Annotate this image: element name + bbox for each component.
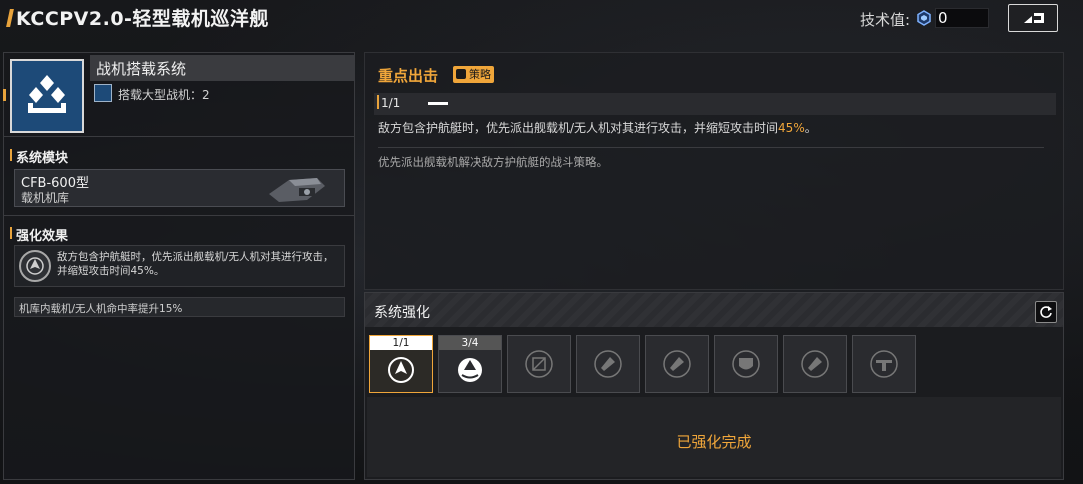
enhance-slot-locked[interactable] [783, 335, 847, 393]
page-title: KCCPV2.0-轻型载机巡洋舰 [16, 8, 269, 30]
level-indicator [428, 102, 448, 105]
enhance-slot[interactable]: 3/4 [438, 335, 502, 393]
focus-sub-description: 优先派出舰载机解决敌方护航艇的战斗策略。 [378, 155, 608, 169]
level-bar [374, 93, 1056, 115]
effects-section-label: 强化效果 [9, 225, 68, 244]
aircraft-target-icon [19, 250, 51, 282]
system-info-panel: 战机搭载系统 搭载大型战机：2 系统模块 CFB-600型 载机机库 强化效果 … [3, 52, 355, 480]
enhance-slot-locked[interactable] [507, 335, 571, 393]
locked-aircraft-icon [801, 350, 829, 378]
refresh-icon [1040, 306, 1052, 318]
focus-desc-suffix: 。 [804, 121, 817, 135]
enhance-title: 系统强化 [374, 305, 430, 321]
system-icon [10, 59, 84, 133]
focus-desc-highlight: 45% [778, 121, 805, 135]
level-accent [377, 95, 379, 109]
enhance-status: 已强化完成 [676, 433, 752, 451]
focus-description: 敌方包含护航艇时，优先派出舰载机/无人机对其进行攻击，并缩短攻击时间45%。 [378, 119, 817, 136]
modules-section-label: 系统模块 [9, 147, 68, 166]
locked-aircraft-icon [594, 350, 622, 378]
locked-drone-icon [870, 350, 898, 378]
focus-desc-prefix: 敌方包含护航艇时，优先派出舰载机/无人机对其进行攻击，并缩短攻击时间 [378, 121, 779, 135]
slot-count: 1/1 [370, 336, 432, 350]
enhance-slot-locked[interactable] [645, 335, 709, 393]
aircraft-target-icon [388, 357, 414, 383]
module-type: 载机机库 [21, 191, 70, 205]
enhance-slot-locked[interactable] [576, 335, 640, 393]
effect-card: 敌方包含护航艇时，优先派出舰载机/无人机对其进行攻击，并缩短攻击时间45%。 [14, 245, 345, 287]
enhance-slot-locked[interactable] [714, 335, 778, 393]
focus-title: 重点出击 [378, 67, 439, 85]
system-name-bar: 战机搭载系统 [90, 55, 354, 81]
enhance-slot-locked[interactable] [852, 335, 916, 393]
slot-count: 3/4 [439, 336, 501, 350]
enhance-status-bar: 已强化完成 [367, 397, 1061, 477]
carrier-icon [94, 84, 112, 102]
bonus-description: 机库内载机/无人机命中率提升15% [19, 303, 183, 315]
carrier-capacity: 搭载大型战机：2 [118, 88, 210, 102]
title-accent [6, 9, 14, 27]
enhance-slot[interactable]: 1/1 [369, 335, 433, 393]
system-card: 战机搭载系统 搭载大型战机：2 [3, 53, 354, 137]
level-count: 1/1 [381, 96, 401, 110]
header: KCCPV2.0-轻型载机巡洋舰 技术值: 0 [0, 0, 1083, 36]
bonus-card: 机库内载机/无人机命中率提升15% [14, 297, 345, 317]
focus-panel: 重点出击 策略 1/1 敌方包含护航艇时，优先派出舰载机/无人机对其进行攻击，并… [364, 52, 1064, 290]
back-icon [1024, 13, 1044, 23]
aircraft-hangar-icon [28, 75, 66, 113]
strategy-badge: 策略 [453, 66, 494, 83]
refresh-button[interactable] [1035, 301, 1057, 323]
section-divider [4, 215, 354, 216]
locked-aircraft-icon [663, 350, 691, 378]
effect-description: 敌方包含护航艇时，优先派出舰载机/无人机对其进行攻击，并缩短攻击时间45%。 [57, 251, 334, 277]
tech-value: 0 [935, 8, 989, 28]
card-accent [3, 89, 6, 101]
enhance-panel: 系统强化 1/1 3/4 已强化完成 [364, 292, 1064, 480]
module-card[interactable]: CFB-600型 载机机库 [14, 169, 345, 207]
system-name: 战机搭载系统 [96, 60, 187, 78]
back-button[interactable] [1008, 4, 1058, 32]
enhance-header: 系统强化 [365, 293, 1063, 327]
radar-dome-icon [458, 358, 482, 382]
tech-label: 技术值: [860, 11, 911, 29]
tech-point-icon [917, 10, 931, 26]
hangar-module-image [269, 178, 325, 202]
locked-module-icon [525, 350, 553, 378]
locked-shield-icon [732, 350, 760, 378]
description-divider [378, 147, 1044, 148]
